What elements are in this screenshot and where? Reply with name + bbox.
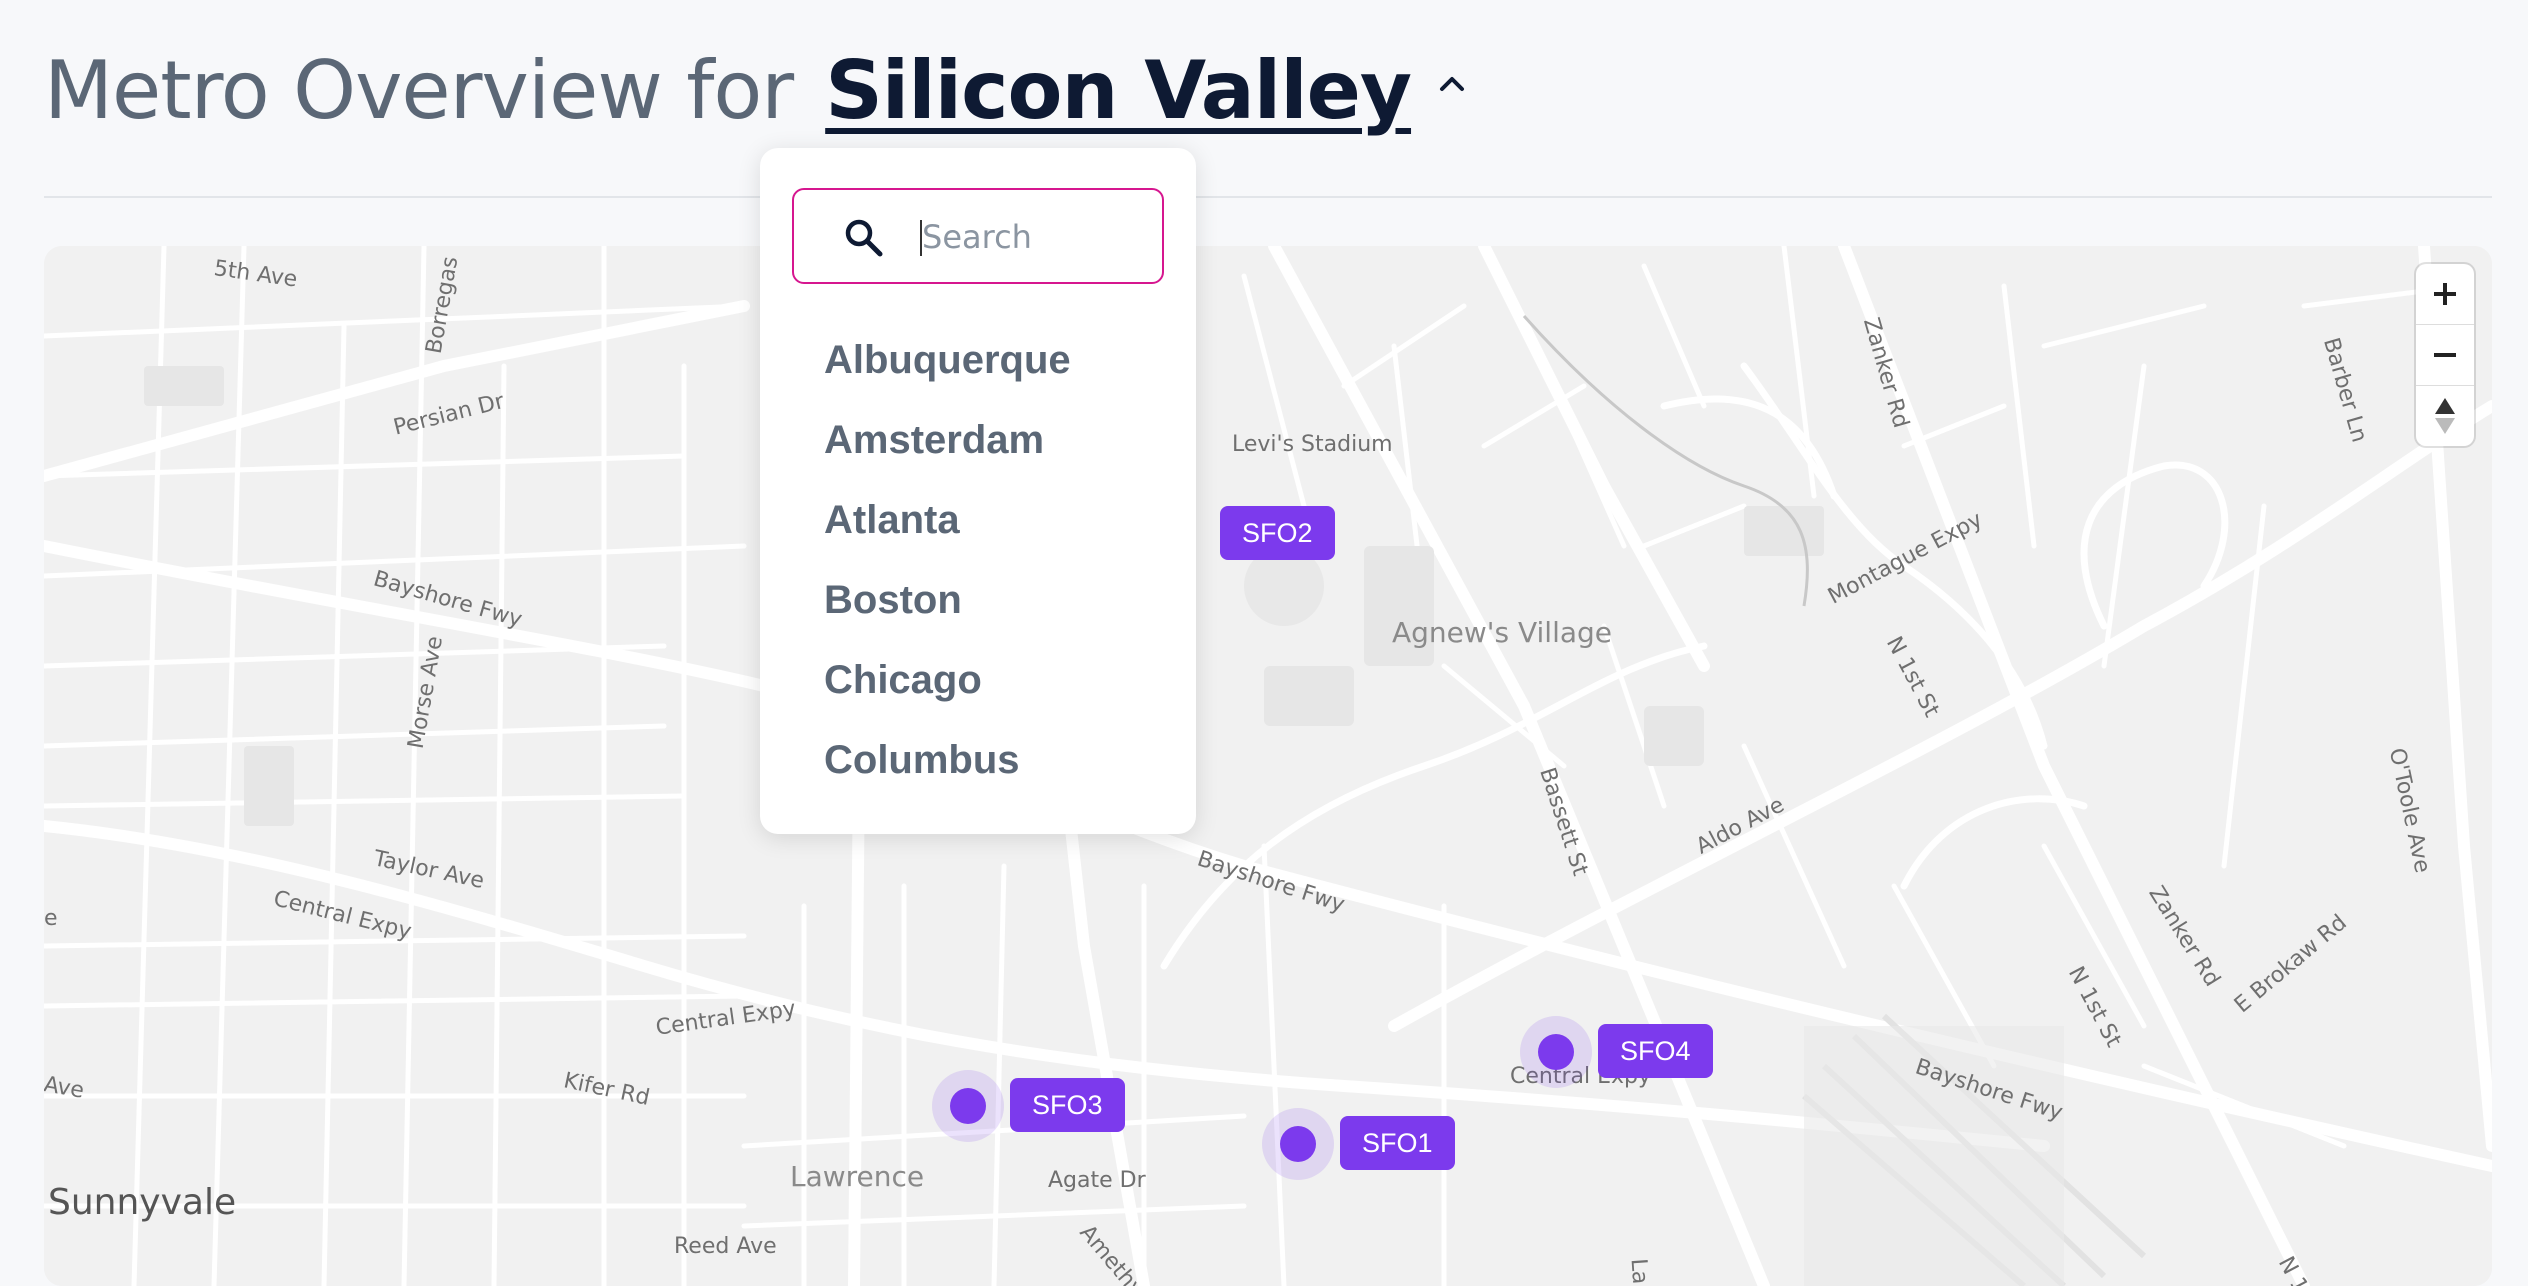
plus-icon <box>2434 283 2456 305</box>
metro-option[interactable]: Amsterdam <box>824 400 1071 480</box>
compass-button[interactable] <box>2416 385 2474 446</box>
search-box[interactable] <box>792 188 1164 284</box>
metro-option[interactable]: Albuquerque <box>824 320 1071 400</box>
site-marker-label[interactable]: SFO4 <box>1598 1024 1713 1078</box>
map-label-street: Reed Ave <box>674 1234 777 1259</box>
map-label-street: Agate Dr <box>1048 1168 1146 1193</box>
zoom-out-button[interactable] <box>2416 324 2474 385</box>
map-label-place: Agnew's Village <box>1392 616 1613 649</box>
marker-dot[interactable] <box>1280 1126 1316 1162</box>
chevron-up-icon[interactable] <box>1439 74 1465 96</box>
map-label-street: La <box>1625 1257 1653 1286</box>
compass-icon <box>2435 398 2455 434</box>
marker-dot[interactable] <box>950 1088 986 1124</box>
site-marker-label[interactable]: SFO2 <box>1220 506 1335 560</box>
metro-dropdown: Albuquerque Amsterdam Atlanta Boston Chi… <box>760 148 1196 834</box>
metro-selector[interactable]: Silicon Valley <box>825 44 1412 137</box>
metro-option[interactable]: Columbus <box>824 720 1071 800</box>
map-label-place: Lawrence <box>790 1160 925 1193</box>
metro-option[interactable]: Boston <box>824 560 1071 640</box>
metro-list: Albuquerque Amsterdam Atlanta Boston Chi… <box>824 320 1071 800</box>
page-header: Metro Overview for Silicon Valley <box>44 30 1465 150</box>
map-label-city: Sunnyvale <box>48 1182 237 1223</box>
map-zoom-controls <box>2416 264 2474 446</box>
site-marker-label[interactable]: SFO1 <box>1340 1116 1455 1170</box>
zoom-in-button[interactable] <box>2416 264 2474 324</box>
map-view[interactable]: 5th Ave Borregas Persian Dr Bayshore Fwy… <box>44 246 2492 1286</box>
minus-icon <box>2434 353 2456 357</box>
page-title-prefix: Metro Overview for <box>44 43 794 137</box>
metro-option[interactable]: Chicago <box>824 640 1071 720</box>
marker-dot[interactable] <box>1538 1034 1574 1070</box>
search-input[interactable] <box>920 208 1144 266</box>
header-divider <box>44 196 2492 198</box>
metro-option[interactable]: Atlanta <box>824 480 1071 560</box>
search-icon <box>845 219 883 257</box>
site-marker-label[interactable]: SFO3 <box>1010 1078 1125 1132</box>
map-label-street: e <box>44 906 58 931</box>
map-label-place: Levi's Stadium <box>1232 432 1393 457</box>
